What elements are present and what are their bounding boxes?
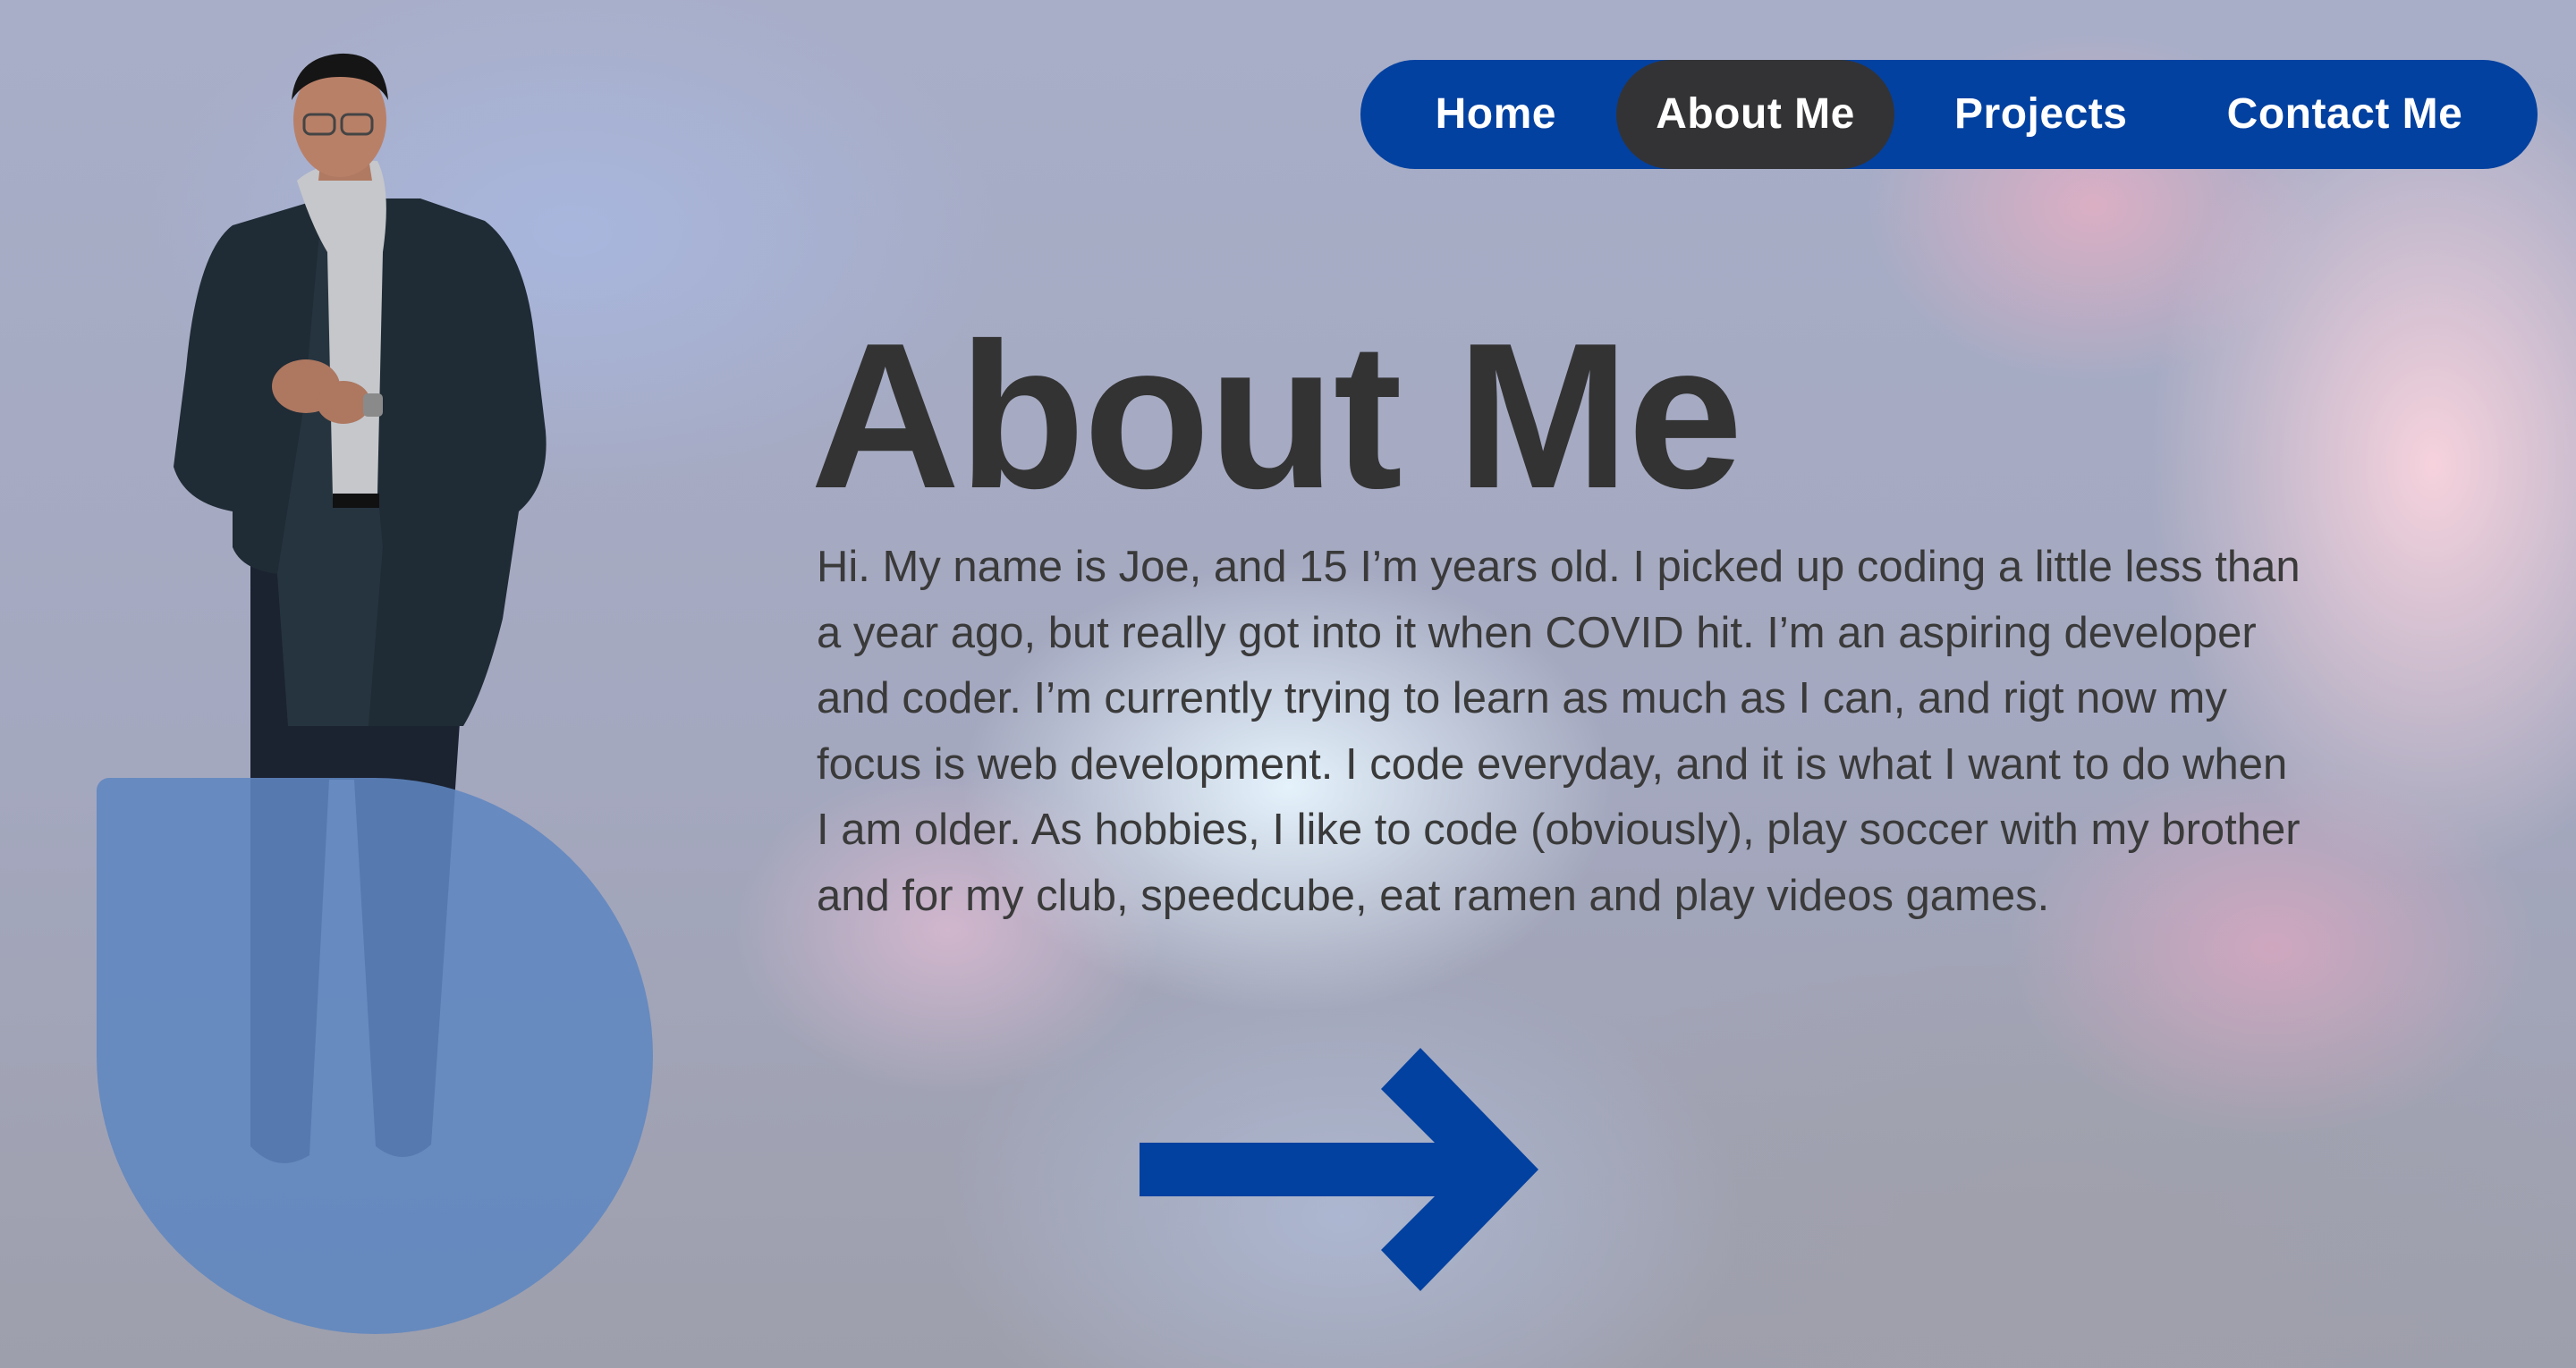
page-title: About Me (810, 300, 1743, 532)
top-nav: Home About Me Projects Contact Me (1360, 60, 2538, 169)
bio-paragraph: Hi. My name is Joe, and 15 I’m years old… (817, 543, 2301, 920)
arrow-right-icon[interactable] (1140, 1044, 1542, 1295)
decorative-blob (97, 778, 653, 1334)
nav-contact-me[interactable]: Contact Me (2188, 60, 2503, 169)
nav-projects[interactable]: Projects (1915, 60, 2166, 169)
nav-home[interactable]: Home (1396, 60, 1596, 169)
nav-about-me[interactable]: About Me (1616, 60, 1894, 169)
